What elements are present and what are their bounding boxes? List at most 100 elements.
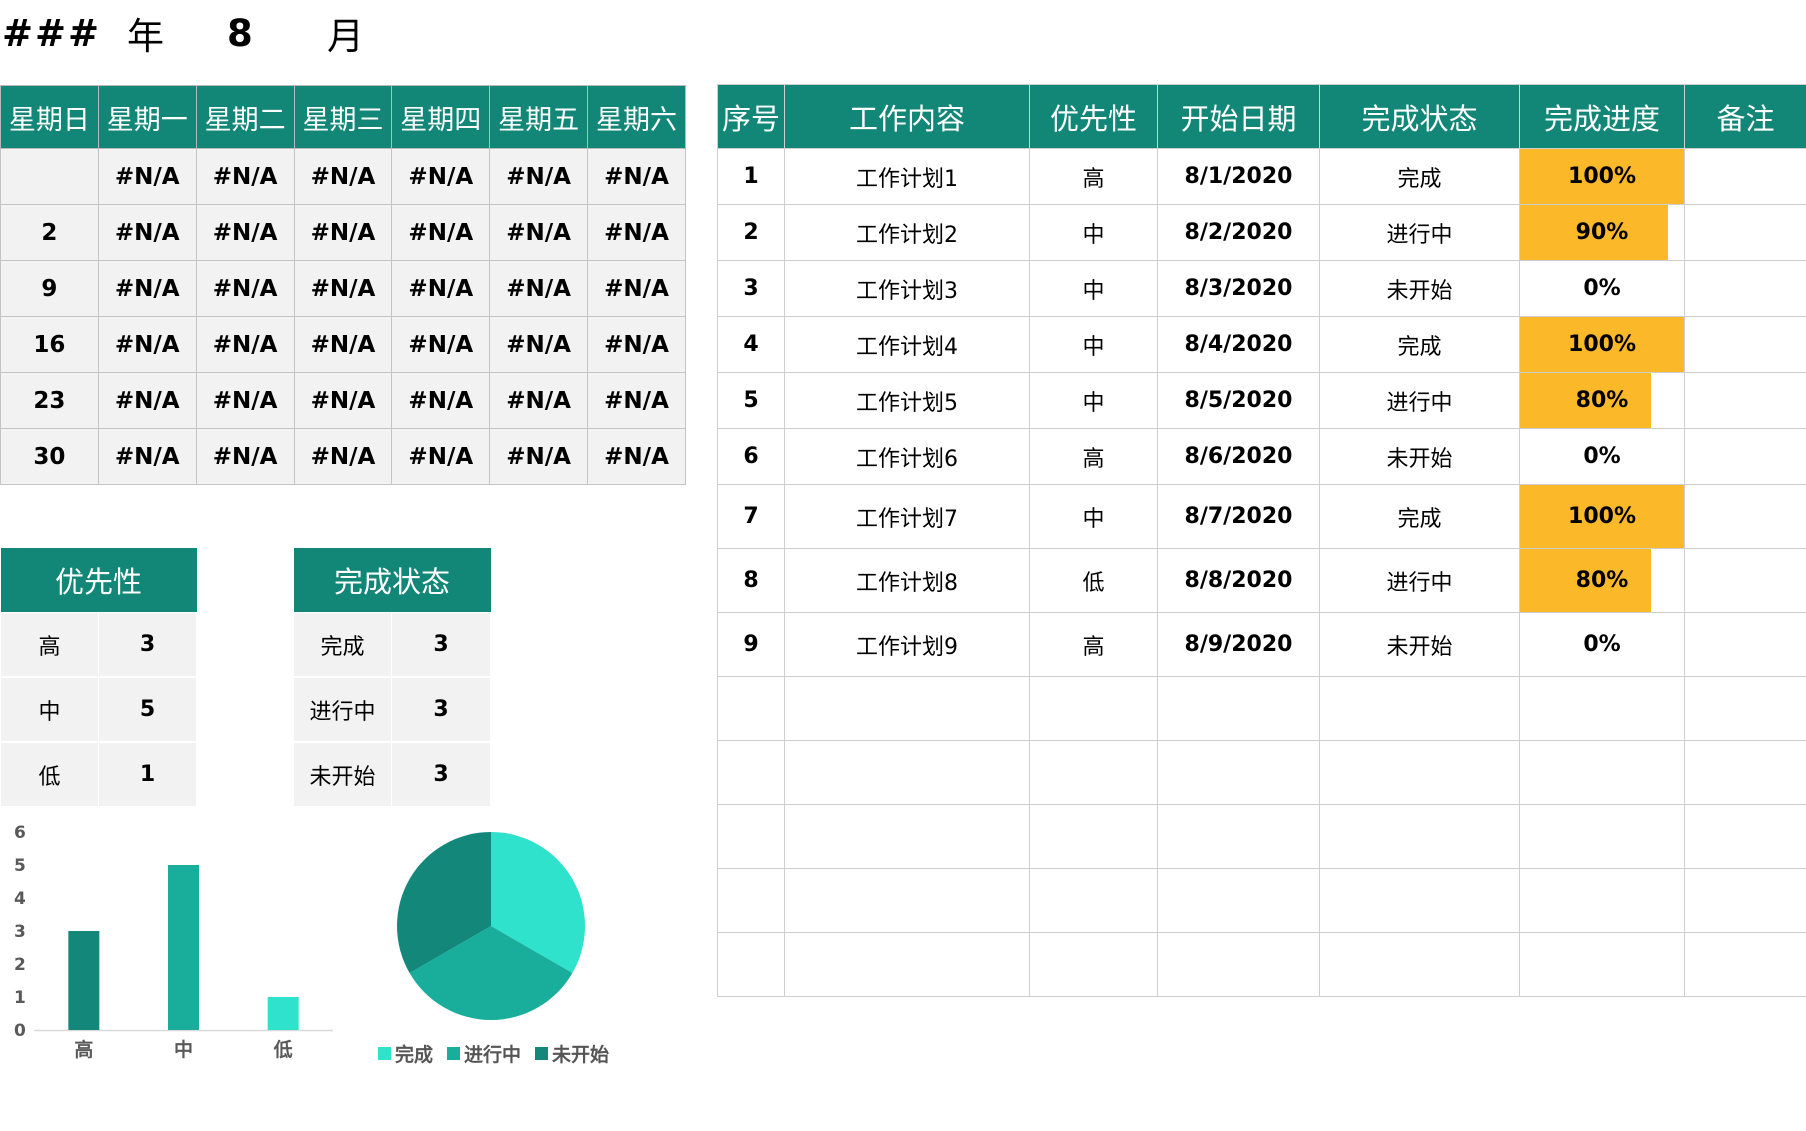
task-note[interactable]	[1684, 612, 1806, 677]
calendar-day-cell: 2	[0, 204, 99, 261]
task-note[interactable]	[1684, 260, 1806, 317]
empty-cell[interactable]	[1684, 676, 1806, 741]
summary-label: 进行中	[293, 676, 392, 743]
task-progress: 100%	[1519, 484, 1685, 549]
empty-cell[interactable]	[784, 804, 1030, 869]
bar	[68, 931, 100, 1030]
weekday-header: 星期日	[0, 85, 99, 149]
empty-cell[interactable]	[784, 932, 1030, 997]
empty-cell[interactable]	[1684, 804, 1806, 869]
x-tick-label: 高	[74, 1038, 93, 1061]
empty-cell[interactable]	[1029, 932, 1158, 997]
task-note[interactable]	[1684, 204, 1806, 261]
calendar-day-cell: #N/A	[587, 260, 686, 317]
legend-label: 完成	[395, 1044, 434, 1066]
task-column-header: 优先性	[1029, 84, 1158, 149]
empty-cell[interactable]	[1157, 740, 1320, 805]
calendar-day-cell: #N/A	[391, 260, 491, 317]
task-id: 8	[717, 548, 785, 613]
task-note[interactable]	[1684, 548, 1806, 613]
task-empty-row	[717, 676, 1806, 741]
task-name: 工作计划3	[784, 260, 1030, 317]
empty-cell[interactable]	[717, 676, 785, 741]
pie-legend: 完成 进行中 未开始	[378, 1040, 609, 1067]
status-summary-header: 完成状态	[293, 548, 491, 613]
empty-cell[interactable]	[1029, 804, 1158, 869]
empty-cell[interactable]	[1029, 740, 1158, 805]
calendar-day-cell: #N/A	[293, 428, 393, 485]
empty-cell[interactable]	[1519, 932, 1685, 997]
task-column-header: 开始日期	[1157, 84, 1320, 149]
task-name: 工作计划6	[784, 428, 1030, 485]
empty-cell[interactable]	[1319, 804, 1520, 869]
calendar-day-cell: #N/A	[391, 148, 491, 205]
calendar-day-cell: #N/A	[489, 148, 589, 205]
empty-cell[interactable]	[717, 740, 785, 805]
task-note[interactable]	[1684, 316, 1806, 373]
task-progress: 80%	[1519, 372, 1685, 429]
bar	[267, 997, 299, 1030]
task-row: 8 工作计划8 低 8/8/2020 进行中 80%	[717, 548, 1806, 613]
legend-item: 完成	[378, 1040, 433, 1067]
summary-row: 完成 3	[293, 612, 492, 678]
empty-cell[interactable]	[717, 804, 785, 869]
calendar-day-cell: #N/A	[391, 428, 491, 485]
calendar-day-cell: #N/A	[489, 372, 589, 429]
task-row: 7 工作计划7 中 8/7/2020 完成 100%	[717, 484, 1806, 549]
task-id: 6	[717, 428, 785, 485]
task-name: 工作计划9	[784, 612, 1030, 677]
task-status: 完成	[1319, 148, 1520, 205]
empty-cell[interactable]	[1684, 868, 1806, 933]
empty-cell[interactable]	[1684, 740, 1806, 805]
empty-cell[interactable]	[1157, 804, 1320, 869]
empty-cell[interactable]	[717, 932, 785, 997]
summary-label: 中	[0, 676, 99, 743]
weekday-header: 星期三	[293, 85, 393, 149]
task-note[interactable]	[1684, 148, 1806, 205]
calendar-day-cell: #N/A	[97, 148, 197, 205]
calendar-day-cell: #N/A	[489, 204, 589, 261]
empty-cell[interactable]	[1029, 868, 1158, 933]
empty-cell[interactable]	[1157, 932, 1320, 997]
calendar-week-row: 9 #N/A #N/A #N/A #N/A #N/A #N/A	[0, 260, 686, 317]
empty-cell[interactable]	[784, 676, 1030, 741]
task-start-date: 8/1/2020	[1157, 148, 1320, 205]
month-label: 月	[327, 15, 364, 58]
empty-cell[interactable]	[1319, 676, 1520, 741]
calendar-day-cell: #N/A	[195, 428, 295, 485]
empty-cell[interactable]	[1519, 676, 1685, 741]
year-label: 年	[127, 15, 164, 58]
progress-label: 100%	[1568, 504, 1636, 529]
y-tick-label: 4	[14, 889, 26, 909]
empty-cell[interactable]	[1319, 740, 1520, 805]
task-note[interactable]	[1684, 484, 1806, 549]
empty-cell[interactable]	[1157, 868, 1320, 933]
summary-value: 3	[390, 676, 492, 743]
task-row: 1 工作计划1 高 8/1/2020 完成 100%	[717, 148, 1806, 205]
empty-cell[interactable]	[1684, 932, 1806, 997]
task-name: 工作计划8	[784, 548, 1030, 613]
calendar-day-cell: #N/A	[587, 316, 686, 373]
calendar-day-cell: #N/A	[587, 148, 686, 205]
empty-cell[interactable]	[1157, 676, 1320, 741]
summary-label: 完成	[293, 612, 392, 678]
task-note[interactable]	[1684, 428, 1806, 485]
calendar-week-row: 23 #N/A #N/A #N/A #N/A #N/A #N/A	[0, 372, 686, 429]
legend-swatch	[535, 1047, 549, 1060]
calendar-week-row: #N/A #N/A #N/A #N/A #N/A #N/A	[0, 148, 686, 205]
empty-cell[interactable]	[1519, 868, 1685, 933]
task-start-date: 8/7/2020	[1157, 484, 1320, 549]
task-column-header: 备注	[1684, 84, 1806, 149]
empty-cell[interactable]	[1319, 868, 1520, 933]
empty-cell[interactable]	[1029, 676, 1158, 741]
task-column-header: 工作内容	[784, 84, 1030, 149]
task-note[interactable]	[1684, 372, 1806, 429]
empty-cell[interactable]	[717, 868, 785, 933]
empty-cell[interactable]	[1319, 932, 1520, 997]
summary-value: 1	[97, 741, 198, 808]
empty-cell[interactable]	[784, 740, 1030, 805]
calendar-day-cell	[0, 148, 99, 205]
empty-cell[interactable]	[784, 868, 1030, 933]
empty-cell[interactable]	[1519, 740, 1685, 805]
empty-cell[interactable]	[1519, 804, 1685, 869]
